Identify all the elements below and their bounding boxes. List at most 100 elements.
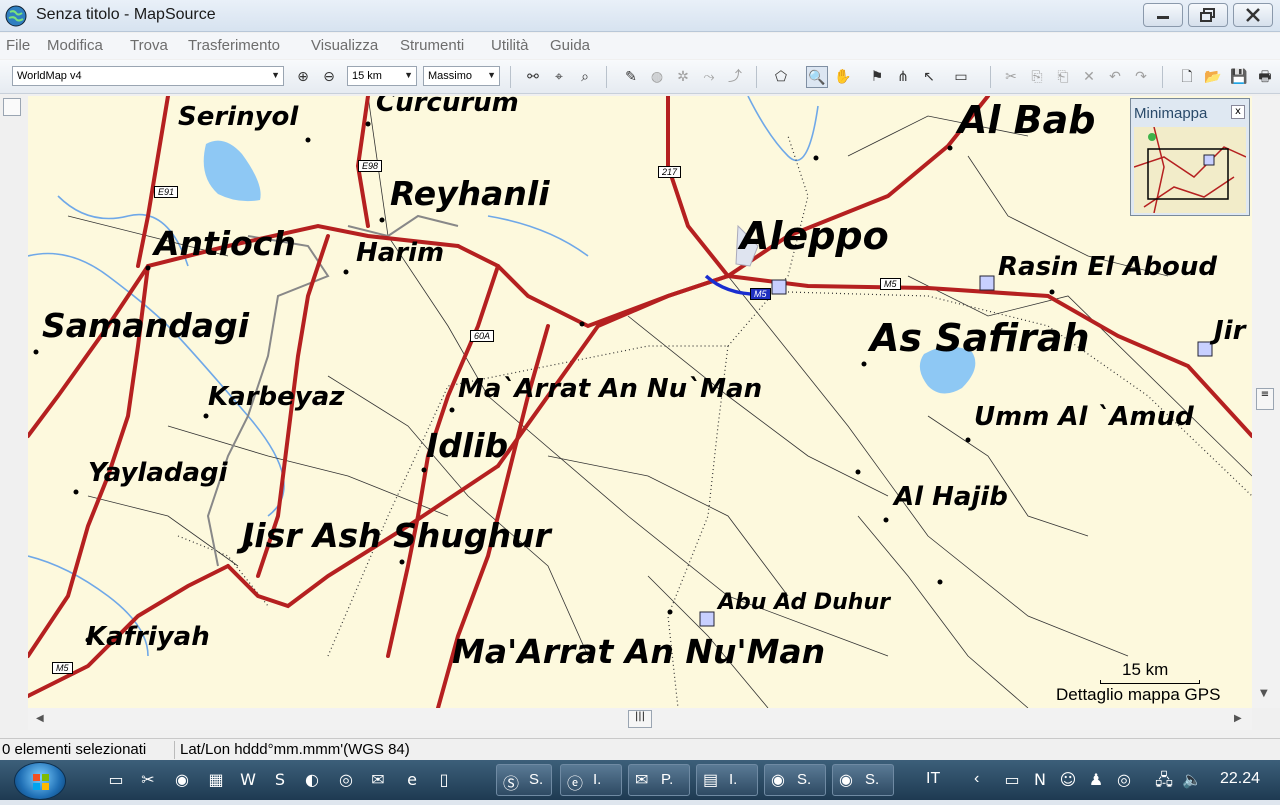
start-button[interactable] (14, 762, 66, 800)
scroll-down-icon[interactable]: ▼ (1260, 688, 1268, 699)
menu-guida[interactable]: Guida (550, 37, 590, 54)
menu-file[interactable]: File (6, 37, 30, 54)
new-file-icon[interactable]: 🗋 (1176, 66, 1198, 88)
print-icon[interactable]: 🖶 (1254, 66, 1276, 88)
mapsource-icon[interactable]: ◉ (170, 768, 194, 792)
place-label: Ma'Arrat An Nu'Man (452, 632, 826, 671)
close-icon (1246, 8, 1260, 22)
cut-icon[interactable]: ✂ (1000, 66, 1022, 88)
vertical-scrollbar[interactable]: ≡ ▼ (1252, 96, 1280, 708)
taskbar-item-label: I. (729, 771, 738, 788)
chevron-down-icon: ▼ (487, 70, 496, 80)
zoom-out-icon[interactable]: ⊖ (318, 66, 340, 88)
undo-icon[interactable]: ↶ (1104, 66, 1126, 88)
zoom-in-icon[interactable]: ⊕ (292, 66, 314, 88)
open-folder-icon[interactable]: 📂 (1202, 66, 1224, 88)
user-icon[interactable]: ♟ (1084, 768, 1108, 792)
taskbar-item-window[interactable]: ▤ I. (696, 764, 758, 796)
restore-button[interactable] (1188, 3, 1228, 27)
document-icon[interactable]: ▯ (432, 768, 456, 792)
taskbar-item-mail[interactable]: ✉ P. (628, 764, 690, 796)
chrome-icon[interactable]: ◎ (334, 768, 358, 792)
panel-toggle-button[interactable] (3, 98, 21, 116)
waypoint-flag-icon[interactable]: ⚑ (866, 66, 888, 88)
place-label: Ma`Arrat An Nu`Man (458, 374, 763, 404)
mapsource-icon: ◉ (771, 772, 785, 789)
taskbar-item-ie[interactable]: ⓔ I. (560, 764, 622, 796)
minimap-panel[interactable]: Minimappa x (1130, 98, 1250, 216)
message-icon[interactable]: ▭ (1000, 768, 1024, 792)
tools-icon[interactable]: ✂ (136, 768, 160, 792)
window-icon: ▤ (703, 772, 719, 789)
taskbar-item-skype[interactable]: Ⓢ S. (496, 764, 552, 796)
track-icon[interactable]: ⤳ (698, 66, 720, 88)
scroll-left-icon[interactable]: ◀ (36, 713, 44, 724)
map-view[interactable]: E91 E98 217 60A M5 M5 M5 Serinyol Curcur… (28, 96, 1252, 708)
skype-icon[interactable]: S (268, 768, 292, 792)
hand-tool-icon[interactable]: ✋ (832, 66, 854, 88)
tray-expand-icon[interactable]: ‹ (974, 770, 979, 788)
zoom-scale-select[interactable]: 15 km ▼ (347, 66, 417, 86)
delete-icon[interactable]: ✕ (1078, 66, 1100, 88)
redo-icon[interactable]: ↷ (1130, 66, 1152, 88)
title-bar[interactable]: Senza titolo - MapSource (0, 0, 1280, 32)
taskbar-item-label: S. (529, 771, 544, 788)
taskbar-item-mapsource[interactable]: ◉ S. (764, 764, 826, 796)
place-label: Aleppo (740, 214, 889, 258)
network-icon[interactable]: 🖧 (1152, 768, 1176, 792)
track-edit-icon[interactable]: ⤴ (724, 66, 746, 88)
save-icon[interactable]: 💾 (1228, 66, 1250, 88)
status-bar: 0 elementi selezionati Lat/Lon hddd°mm.m… (0, 738, 1280, 760)
taskbar-item-mapsource-2[interactable]: ◉ S. (832, 764, 894, 796)
chat-icon[interactable]: ☺ (1056, 768, 1080, 792)
map-select-icon[interactable]: ✎ (620, 66, 642, 88)
mapsource-window: Senza titolo - MapSource File Modifica T… (0, 0, 1280, 760)
selection-tool-icon[interactable]: ⬠ (770, 66, 792, 88)
vertical-scroll-thumb[interactable]: ≡ (1256, 388, 1274, 410)
menu-visualizza[interactable]: Visualizza (311, 37, 378, 54)
calculator-icon[interactable]: ▦ (204, 768, 228, 792)
show-desktop-icon[interactable]: ▭ (104, 768, 128, 792)
road-shield: M5 (750, 288, 771, 300)
chevron-down-icon: ▼ (404, 70, 413, 80)
word-icon[interactable]: W (236, 768, 260, 792)
erase-icon[interactable]: ◍ (646, 66, 668, 88)
map-detail-label: Dettaglio mappa GPS (1056, 685, 1221, 704)
route-icon[interactable]: ✲ (672, 66, 694, 88)
close-button[interactable] (1233, 3, 1273, 27)
ie-icon[interactable]: e (400, 768, 424, 792)
menu-utilita[interactable]: Utilità (491, 37, 529, 54)
road-shield: 217 (658, 166, 682, 178)
menu-trova[interactable]: Trova (130, 37, 168, 54)
scroll-right-icon[interactable]: ▶ (1234, 713, 1242, 724)
paste-icon[interactable]: ⎗ (1052, 66, 1074, 88)
route-tool-icon[interactable]: ⋔ (892, 66, 914, 88)
volume-icon[interactable]: 🔈 (1180, 768, 1204, 792)
clock[interactable]: 22.24 (1220, 770, 1260, 788)
find-address-icon[interactable]: ⌖ (548, 66, 570, 88)
menu-trasferimento[interactable]: Trasferimento (188, 37, 280, 54)
taskbar-item-label: P. (661, 771, 674, 788)
binoculars-icon[interactable]: ⚯ (522, 66, 544, 88)
zoom-tool-icon[interactable]: 🔍 (806, 66, 828, 88)
close-icon[interactable]: x (1231, 105, 1245, 119)
menu-strumenti[interactable]: Strumenti (400, 37, 464, 54)
minimize-button[interactable] (1143, 3, 1183, 27)
place-label: Jir (1214, 316, 1246, 346)
horizontal-scrollbar[interactable]: ◀ ||| ▶ (28, 708, 1252, 730)
pointer-icon[interactable]: ↖ (918, 66, 940, 88)
mail-icon[interactable]: ✉ (366, 768, 390, 792)
horizontal-scroll-thumb[interactable]: ||| (628, 710, 652, 728)
n-icon[interactable]: N (1028, 768, 1052, 792)
copy-icon[interactable]: ⎘ (1026, 66, 1048, 88)
detail-select[interactable]: Massimo ▼ (423, 66, 500, 86)
product-select[interactable]: WorldMap v4 ▼ (12, 66, 284, 86)
mapsource-icon: ◉ (839, 772, 853, 789)
find-poi-icon[interactable]: ⌕ (574, 66, 596, 88)
menu-modifica[interactable]: Modifica (47, 37, 103, 54)
wireless-icon[interactable]: ◎ (1112, 768, 1136, 792)
distance-ruler-icon[interactable]: ▭ (950, 66, 972, 88)
language-indicator[interactable]: IT (926, 770, 940, 788)
minimap-view[interactable] (1134, 127, 1246, 213)
google-earth-icon[interactable]: ◐ (300, 768, 324, 792)
